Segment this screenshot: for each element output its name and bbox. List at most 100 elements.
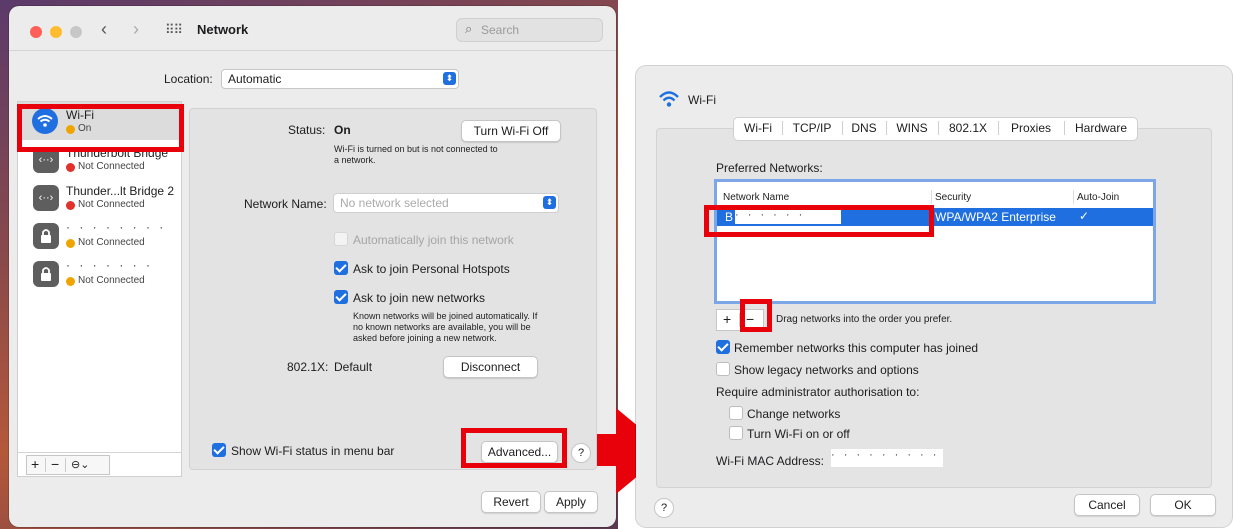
highlight-box-network <box>704 205 934 237</box>
remember-networks-label: Remember networks this computer has join… <box>734 341 979 355</box>
cancel-button[interactable]: Cancel <box>1074 494 1140 516</box>
auto-join-label: Automatically join this network <box>353 233 514 247</box>
legacy-networks-label: Show legacy networks and options <box>734 363 919 377</box>
require-admin-label: Require administrator authorisation to: <box>716 385 920 399</box>
tab-wifi[interactable]: Wi-Fi <box>737 118 779 138</box>
column-divider <box>1073 190 1074 204</box>
change-networks-checkbox[interactable] <box>729 406 743 420</box>
status-label: Status: <box>288 123 326 137</box>
row-security: WPA/WPA2 Enterprise <box>935 210 1056 224</box>
ask-new-desc-3: asked before joining a new network. <box>353 333 497 343</box>
window-title: Network <box>197 22 249 37</box>
show-status-label: Show Wi-Fi status in menu bar <box>231 444 395 458</box>
service-status: Not Connected <box>78 237 145 248</box>
service-status: Not Connected <box>78 161 145 172</box>
chevron-updown-icon: ⬍ <box>543 196 556 209</box>
service-item-vpn-1[interactable]: · · · · · · · · Not Connected <box>18 218 181 254</box>
zoom-button[interactable] <box>70 26 82 38</box>
location-select[interactable]: Automatic ⬍ <box>221 69 459 89</box>
grid-icon[interactable]: ⠿⠿ <box>165 22 183 38</box>
titlebar-divider <box>9 50 616 51</box>
status-dot <box>66 239 75 248</box>
status-description: Wi-Fi is turned on but is not connected … <box>334 144 498 154</box>
lock-icon <box>33 261 59 287</box>
change-networks-label: Change networks <box>747 407 841 421</box>
tab-hardware[interactable]: Hardware <box>1068 118 1134 138</box>
column-header-auto-join[interactable]: Auto-Join <box>1077 192 1119 203</box>
service-item-vpn-2[interactable]: · · · · · · · Not Connected <box>18 256 181 292</box>
sheet-title: Wi-Fi <box>688 93 716 107</box>
legacy-networks-checkbox[interactable] <box>716 362 730 376</box>
highlight-box-wifi <box>17 104 184 152</box>
network-name-select[interactable]: No network selected ⬍ <box>333 193 559 213</box>
service-status: Not Connected <box>78 275 145 286</box>
location-value: Automatic <box>228 72 282 86</box>
remove-service-button[interactable]: − <box>51 456 59 472</box>
sidebar-divider <box>18 452 181 453</box>
service-status: Not Connected <box>78 199 145 210</box>
thunderbolt-icon: ‹··› <box>33 185 59 211</box>
search-placeholder: Search <box>481 23 520 37</box>
row-auto-join-check[interactable]: ✓ <box>1079 209 1089 223</box>
search-field[interactable]: ⌕ Search <box>456 18 603 42</box>
ask-hotspots-checkbox[interactable] <box>334 261 348 275</box>
help-button[interactable]: ? <box>571 443 591 463</box>
tab-tcpip[interactable]: TCP/IP <box>786 118 838 138</box>
tab-divider <box>938 121 939 135</box>
network-preferences-window: ‹ › ⠿⠿ Network ⌕ Search Location: Automa… <box>9 6 616 527</box>
status-value: On <box>334 123 351 137</box>
redacted-name: · · · · · · · <box>66 258 153 272</box>
turn-wifi-off-button[interactable]: Turn Wi-Fi Off <box>461 120 561 142</box>
preferred-networks-label: Preferred Networks: <box>716 161 823 175</box>
remember-networks-checkbox[interactable] <box>716 340 730 354</box>
tab-proxies[interactable]: Proxies <box>1002 118 1060 138</box>
help-button[interactable]: ? <box>654 498 674 518</box>
revert-button[interactable]: Revert <box>481 491 541 513</box>
apply-button[interactable]: Apply <box>544 491 598 513</box>
ok-button[interactable]: OK <box>1150 494 1216 516</box>
divider <box>65 458 66 472</box>
column-divider <box>931 190 932 204</box>
auto-join-checkbox[interactable] <box>334 232 348 246</box>
ask-new-networks-checkbox[interactable] <box>334 290 348 304</box>
detail-pane <box>189 108 597 470</box>
tab-divider <box>1064 121 1065 135</box>
close-button[interactable] <box>30 26 42 38</box>
mac-address-label: Wi-Fi MAC Address: <box>716 454 825 468</box>
action-menu-button[interactable]: ⊖⌄ <box>71 458 89 471</box>
tab-8021x[interactable]: 802.1X <box>942 118 994 138</box>
divider <box>45 458 46 472</box>
status-dot <box>66 163 75 172</box>
tab-divider <box>782 121 783 135</box>
add-network-button[interactable]: + <box>723 311 731 327</box>
status-description-2: a network. <box>334 155 376 165</box>
lock-icon <box>33 223 59 249</box>
service-item-thunderbolt-2[interactable]: ‹··› Thunder...lt Bridge 2 Not Connected <box>18 180 181 216</box>
status-dot <box>66 201 75 210</box>
turn-wifi-label: Turn Wi-Fi on or off <box>747 427 850 441</box>
tab-dns[interactable]: DNS <box>846 118 882 138</box>
highlight-box-advanced <box>461 428 567 468</box>
forward-icon[interactable]: › <box>133 19 139 40</box>
service-name: Thunder...lt Bridge 2 <box>66 184 175 198</box>
show-status-checkbox[interactable] <box>212 443 226 457</box>
dot1x-label: 802.1X: <box>287 360 329 374</box>
redacted-name: · · · · · · · · <box>66 220 167 234</box>
back-icon[interactable]: ‹ <box>101 19 107 40</box>
tab-wins[interactable]: WINS <box>890 118 934 138</box>
drag-hint: Drag networks into the order you prefer. <box>776 314 953 325</box>
location-label: Location: <box>164 72 213 86</box>
preferred-networks-table[interactable]: Network Name Security Auto-Join B · · · … <box>714 179 1156 304</box>
arrow-shaft <box>597 434 617 466</box>
disconnect-button[interactable]: Disconnect <box>443 356 538 378</box>
add-service-button[interactable]: + <box>31 456 39 472</box>
column-header-security[interactable]: Security <box>935 192 971 203</box>
ask-hotspots-label: Ask to join Personal Hotspots <box>353 262 510 276</box>
network-name-label: Network Name: <box>244 197 327 211</box>
service-list: Wi-Fi On ‹··› Thunderbolt Bridge Not Con… <box>17 101 182 477</box>
highlight-box-remove <box>740 299 772 332</box>
turn-wifi-checkbox[interactable] <box>729 426 743 440</box>
mac-address-value: · · · · · · · · · <box>831 449 943 467</box>
minimize-button[interactable] <box>50 26 62 38</box>
column-header-network-name[interactable]: Network Name <box>723 192 789 203</box>
